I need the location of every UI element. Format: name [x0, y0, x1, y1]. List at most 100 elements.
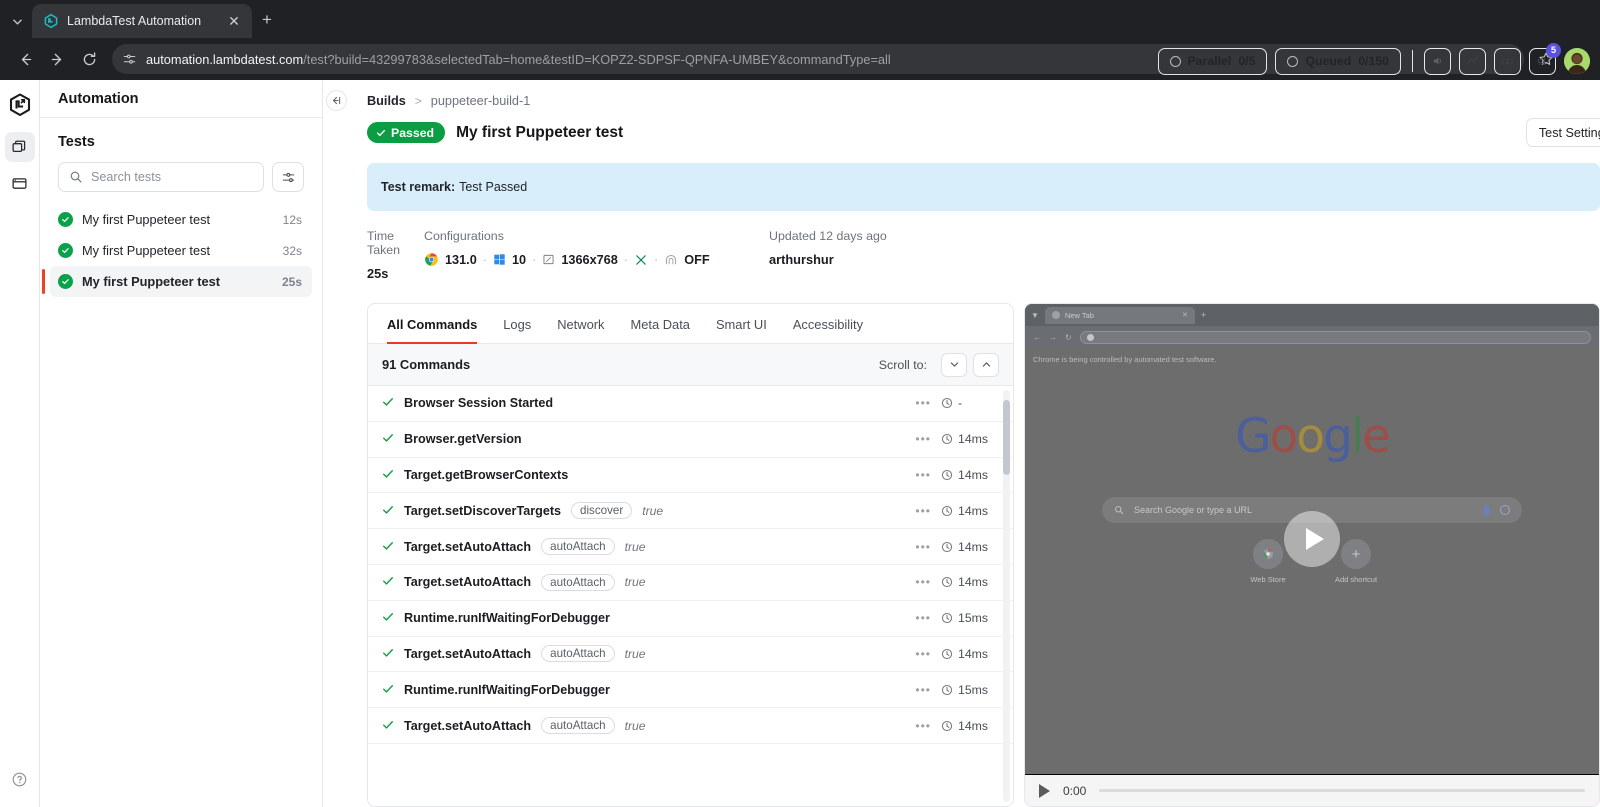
play-icon[interactable]	[1284, 511, 1340, 567]
scroll-to-label: Scroll to:	[878, 357, 927, 372]
title-row: Passed My first Puppeteer test Test Sett…	[367, 118, 1600, 147]
breadcrumb-separator: >	[414, 94, 422, 108]
table-row[interactable]: Target.setAutoAttach autoAttach true •••…	[368, 529, 1013, 565]
check-icon	[382, 468, 394, 482]
table-row[interactable]: Runtime.runIfWaitingForDebugger ••• 15ms	[368, 601, 1013, 637]
row-menu-icon[interactable]: •••	[915, 396, 931, 410]
list-item-selected[interactable]: My first Puppeteer test 25s	[42, 266, 312, 297]
plus-icon: +	[1200, 310, 1207, 320]
video-current-time: 0:00	[1063, 783, 1087, 798]
command-arg: autoAttach	[541, 645, 615, 663]
announcement-icon[interactable]: 5	[1529, 42, 1561, 75]
table-row[interactable]: Runtime.runIfWaitingForDebugger ••• 15ms	[368, 672, 1013, 709]
lambdatest-icon	[43, 13, 59, 29]
row-menu-icon[interactable]: •••	[915, 504, 931, 518]
table-row[interactable]: Target.setDiscoverTargets discover true …	[368, 493, 1013, 530]
command-duration: 14ms	[941, 540, 993, 554]
close-icon[interactable]: ✕	[225, 14, 243, 28]
table-row[interactable]: Target.setAutoAttach autoAttach true •••…	[368, 565, 1013, 601]
plus-icon[interactable]: +	[262, 10, 272, 30]
search-icon	[69, 170, 83, 184]
tab-smart-ui[interactable]: Smart UI	[703, 304, 780, 343]
table-row[interactable]: Browser.getVersion ••• 14ms	[368, 422, 1013, 458]
video-progress-slider[interactable]	[1099, 789, 1585, 792]
updated-col: Updated 12 days ago arthurshur	[769, 229, 887, 281]
tab-all-commands[interactable]: All Commands	[374, 304, 490, 344]
queued-status[interactable]: Queued 0/150	[1275, 47, 1401, 75]
commands-list[interactable]: Browser Session Started ••• - Browser.ge…	[368, 386, 1013, 806]
automation-notice: Chrome is being controlled by automated …	[1025, 348, 1599, 371]
row-menu-icon[interactable]: •••	[915, 611, 931, 625]
parallel-status[interactable]: Parallel 0/5	[1157, 47, 1268, 75]
tests-search-row	[40, 150, 322, 192]
sidebar-item-realtime[interactable]	[5, 168, 35, 198]
lambdatest-logo-icon[interactable]	[7, 92, 33, 118]
recorded-tab-strip: ▼ New Tab ✕ +	[1025, 304, 1599, 326]
sidebar-item-automation[interactable]	[4, 132, 35, 162]
row-menu-icon[interactable]: •••	[915, 468, 931, 482]
list-item-label: My first Puppeteer test	[82, 243, 211, 258]
table-row[interactable]: Browser Session Started ••• -	[368, 386, 1013, 422]
browser-tab[interactable]: LambdaTest Automation ✕	[32, 4, 252, 38]
command-name: Runtime.runIfWaitingForDebugger	[404, 682, 610, 697]
chevron-down-icon[interactable]	[941, 352, 967, 377]
analytics-icon[interactable]	[1459, 47, 1486, 75]
table-row[interactable]: Target.getBrowserContexts ••• 14ms	[368, 458, 1013, 494]
row-menu-icon[interactable]: •••	[915, 683, 931, 697]
list-item[interactable]: My first Puppeteer test 32s	[50, 235, 312, 266]
duration-value: 15ms	[958, 611, 989, 626]
tab-meta-data[interactable]: Meta Data	[617, 304, 702, 343]
table-row[interactable]: Target.setAutoAttach autoAttach true •••…	[368, 708, 1013, 744]
filter-icon[interactable]	[272, 162, 304, 192]
browser-version: 131.0	[445, 252, 477, 267]
close-icon: ✕	[1182, 312, 1188, 319]
breadcrumb-current[interactable]: puppeteer-build-1	[431, 94, 530, 108]
site-settings-icon[interactable]	[122, 52, 137, 67]
collapse-panel-icon[interactable]	[326, 90, 347, 111]
tab-list-icon[interactable]	[4, 4, 30, 38]
reload-icon[interactable]	[74, 44, 104, 74]
row-menu-icon[interactable]: •••	[915, 719, 931, 733]
clock-icon	[941, 684, 953, 696]
search-input[interactable]	[91, 170, 253, 184]
table-row[interactable]: Target.setAutoAttach autoAttach true •••…	[368, 637, 1013, 673]
command-arg-value: true	[624, 718, 646, 733]
queued-value: 0/150	[1358, 54, 1389, 68]
play-icon[interactable]	[1039, 783, 1050, 798]
test-remark-banner: Test remark: Test Passed	[367, 163, 1600, 211]
row-menu-icon[interactable]: •••	[915, 432, 931, 446]
tab-network[interactable]: Network	[544, 304, 617, 343]
left-rail	[0, 80, 40, 807]
sound-icon[interactable]	[1424, 47, 1451, 75]
row-menu-icon[interactable]: •••	[915, 647, 931, 661]
remark-value: Test Passed	[459, 180, 528, 194]
row-menu-icon[interactable]: •••	[915, 540, 931, 554]
tab-accessibility[interactable]: Accessibility	[780, 304, 876, 343]
help-circle-icon[interactable]	[11, 771, 28, 793]
commands-header: 91 Commands Scroll to:	[368, 344, 1013, 386]
network-throttle-icon	[634, 253, 648, 267]
google-icon	[1086, 333, 1094, 341]
video-stage[interactable]: ▼ New Tab ✕ + ← → ↻ Chrome is being cont…	[1025, 304, 1599, 774]
list-item[interactable]: My first Puppeteer test 12s	[50, 204, 312, 235]
search-input-wrap[interactable]	[58, 162, 264, 192]
breadcrumb-builds[interactable]: Builds	[367, 94, 406, 108]
chevron-up-icon[interactable]	[973, 352, 999, 377]
check-icon	[382, 504, 394, 518]
check-icon	[382, 540, 394, 554]
integrations-icon[interactable]	[1494, 47, 1521, 75]
avatar[interactable]	[1564, 48, 1590, 74]
tests-heading: Tests	[58, 134, 95, 150]
arrow-left-icon[interactable]	[10, 44, 40, 74]
command-name: Browser Session Started	[404, 396, 554, 411]
scrollbar-thumb[interactable]	[1003, 400, 1010, 475]
screen-icon	[542, 253, 555, 266]
test-settings-button[interactable]: Test Settings	[1525, 118, 1600, 147]
command-duration: 14ms	[941, 432, 993, 446]
command-arg: autoAttach	[541, 573, 615, 591]
duration-value: -	[958, 396, 963, 411]
arrow-right-icon[interactable]	[42, 44, 72, 74]
row-menu-icon[interactable]: •••	[915, 575, 931, 589]
tab-logs[interactable]: Logs	[490, 304, 544, 343]
command-duration: -	[941, 396, 993, 410]
